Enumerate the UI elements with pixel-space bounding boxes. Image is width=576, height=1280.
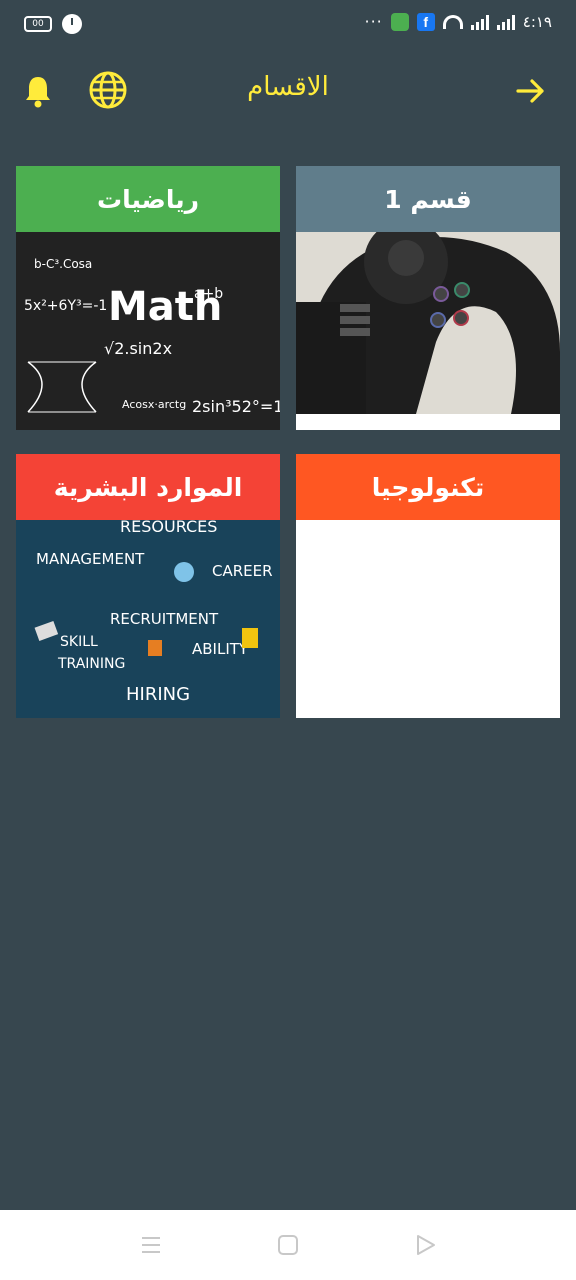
- math-text-3: 2sin³52°=1: [192, 397, 280, 416]
- hr-text-3: RECRUITMENT: [110, 610, 219, 628]
- back-icon[interactable]: [414, 1234, 436, 1256]
- hr-text-2: CAREER: [212, 562, 273, 580]
- math-image: Math √2.sin2x 5x²+6Y³=-1 2sin³52°=1 b-C³…: [16, 232, 280, 430]
- hr-text-4: SKILL: [60, 634, 98, 650]
- battery-icon: 00: [24, 16, 52, 32]
- category-card-human-resources[interactable]: الموارد البشرية RESOURCES MANAGEMENT CAR…: [16, 454, 280, 718]
- math-text-4: b-C³.Cosa: [34, 257, 92, 271]
- signal-icon: [470, 14, 489, 30]
- page-title: الاقسام: [247, 72, 329, 102]
- math-text-1: √2.sin2x: [104, 339, 172, 358]
- category-title: رياضيات: [16, 166, 280, 232]
- app-bar: الاقسام: [0, 44, 576, 136]
- wifi-icon: [442, 14, 463, 29]
- human-resources-image: RESOURCES MANAGEMENT CAREER RECRUITMENT …: [16, 517, 280, 718]
- clock: ٤:١٩: [522, 12, 552, 31]
- facebook-icon: f: [416, 12, 435, 31]
- category-title: قسم 1: [296, 166, 560, 232]
- category-card-section-1[interactable]: قسم 1: [296, 166, 560, 430]
- hr-text-1: MANAGEMENT: [36, 550, 145, 568]
- math-text-2: 5x²+6Y³=-1: [24, 298, 107, 314]
- signal-icon-2: [496, 14, 515, 30]
- hr-text-0: RESOURCES: [120, 520, 217, 536]
- math-text-5: a+b: [194, 286, 223, 302]
- category-card-technology[interactable]: تكنولوجيا: [296, 454, 560, 718]
- hr-text-5: TRAINING: [57, 656, 125, 672]
- hr-text-6: ABILITY: [192, 640, 249, 658]
- system-nav-bar: [0, 1210, 576, 1280]
- hr-text-7: HIRING: [126, 684, 190, 705]
- status-bar: 00 ··· f ٤:١٩: [0, 0, 576, 44]
- message-icon: [390, 12, 409, 31]
- menu-icon[interactable]: [140, 1234, 162, 1256]
- category-card-math[interactable]: رياضيات Math √2.sin2x 5x²+6Y³=-1 2sin³52…: [16, 166, 280, 430]
- home-icon[interactable]: [277, 1234, 299, 1256]
- steering-wheel-image: [296, 220, 560, 414]
- more-notifications-icon: ···: [364, 12, 383, 31]
- alarm-icon: [62, 14, 82, 34]
- category-title: الموارد البشرية: [16, 454, 280, 520]
- math-text-6: Acosx·arctg: [122, 398, 186, 411]
- category-title: تكنولوجيا: [296, 454, 560, 520]
- arrow-right-icon[interactable]: [514, 74, 548, 108]
